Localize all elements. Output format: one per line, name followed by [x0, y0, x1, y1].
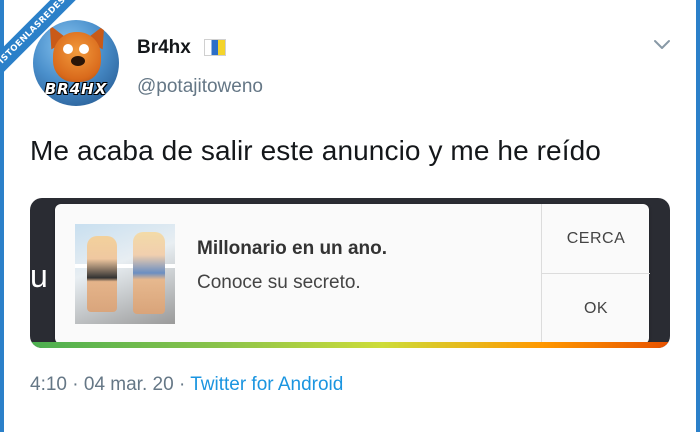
tweet-metadata: 4:10 · 04 mar. 20 · Twitter for Android	[30, 374, 343, 396]
tweet-text: Me acaba de salir este anuncio y me he r…	[30, 135, 601, 166]
media-color-strip	[30, 342, 670, 348]
ad-button-column: CERCA OK	[541, 204, 650, 344]
ad-ok-button[interactable]: OK	[542, 274, 650, 344]
tweet-source-link[interactable]: Twitter for Android	[190, 374, 343, 395]
meta-separator: ·	[72, 374, 79, 395]
ad-dialog: Millonario en un ano. Conoce su secreto.…	[55, 204, 650, 344]
avatar[interactable]: BR4HX	[33, 20, 119, 106]
author-display-name[interactable]: Br4hx	[137, 37, 191, 59]
background-partial-text: u	[30, 258, 48, 294]
ad-thumbnail-image	[75, 224, 175, 324]
author-handle[interactable]: @potajitoweno	[137, 76, 263, 98]
tweet-media-image[interactable]: u Millonario en un ano. Conoce su secret…	[30, 198, 670, 348]
meta-separator: ·	[178, 374, 186, 395]
canary-islands-flag-icon	[204, 39, 226, 56]
ad-subtitle: Conoce su secreto.	[197, 272, 361, 293]
ad-close-button[interactable]: CERCA	[542, 204, 650, 274]
tweet-time[interactable]: 4:10	[30, 374, 67, 395]
avatar-label: BR4HX	[44, 80, 108, 98]
tweet-date[interactable]: 04 mar. 20	[84, 374, 174, 395]
ad-title: Millonario en un ano.	[197, 238, 387, 259]
chevron-down-icon[interactable]	[651, 38, 673, 56]
